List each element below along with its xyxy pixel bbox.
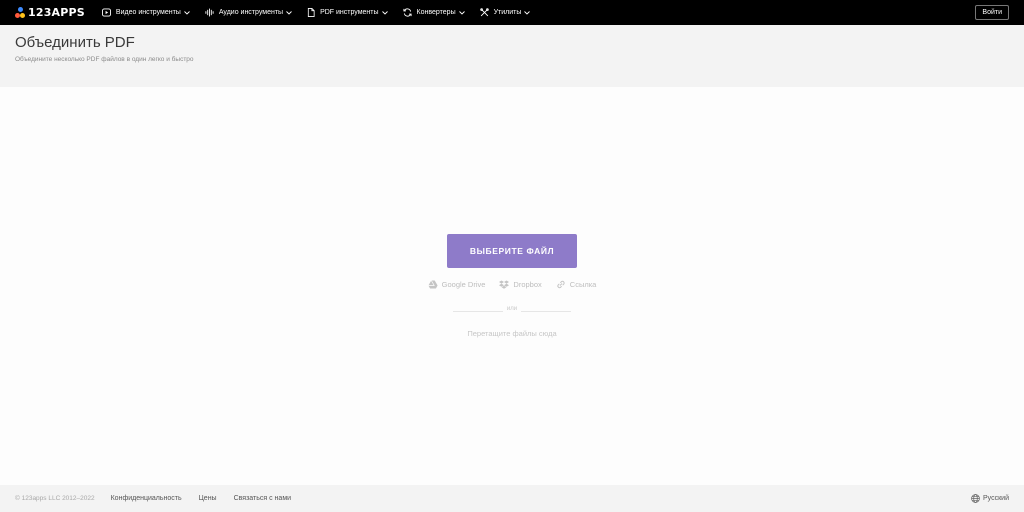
- language-selector[interactable]: Русский: [971, 485, 1009, 512]
- language-label: Русский: [983, 495, 1009, 502]
- nav-audio-tools[interactable]: Аудио инструменты: [205, 0, 292, 25]
- chevron-down-icon: [286, 10, 292, 15]
- google-drive-icon: [428, 280, 438, 289]
- footer: © 123apps LLC 2012–2022 Конфиденциальнос…: [0, 485, 1024, 512]
- nav-utilities[interactable]: Утилиты: [479, 0, 531, 25]
- copyright: © 123apps LLC 2012–2022: [15, 495, 95, 502]
- video-icon: [101, 8, 111, 17]
- nav-converters[interactable]: Конвертеры: [402, 0, 465, 25]
- nav-pdf-tools[interactable]: PDF инструменты: [307, 0, 388, 25]
- footer-link-contact[interactable]: Связаться с нами: [234, 495, 291, 502]
- link-button[interactable]: Ссылка: [556, 280, 597, 289]
- choose-file-button[interactable]: ВЫБЕРИТЕ ФАЙЛ: [447, 234, 577, 268]
- page-subtitle: Объедините несколько PDF файлов в один л…: [15, 56, 194, 63]
- dropbox-icon: [499, 280, 510, 289]
- page-title: Объединить PDF: [15, 34, 135, 51]
- google-drive-button[interactable]: Google Drive: [428, 280, 486, 289]
- audio-wave-icon: [205, 8, 214, 17]
- chevron-down-icon: [184, 10, 190, 15]
- nav-video-tools[interactable]: Видео инструменты: [101, 0, 190, 25]
- nav-utilities-label: Утилиты: [493, 9, 522, 16]
- footer-link-pricing[interactable]: Цены: [199, 495, 217, 502]
- tools-icon: [479, 8, 489, 17]
- nav-audio-tools-label: Аудио инструменты: [218, 9, 284, 16]
- drag-drop-hint: Перетащите файлы сюда: [467, 329, 557, 338]
- globe-icon: [971, 494, 980, 503]
- convert-icon: [402, 8, 412, 17]
- top-navigation-bar: 123APPS Видео инструменты Аудио инструме…: [0, 0, 1024, 25]
- link-label: Ссылка: [569, 280, 597, 289]
- logo-text: 123APPS: [28, 6, 85, 19]
- google-drive-label: Google Drive: [441, 280, 486, 289]
- page-header: Объединить PDF Объедините несколько PDF …: [0, 25, 1024, 87]
- chevron-down-icon: [524, 10, 531, 15]
- dropbox-button[interactable]: Dropbox: [499, 280, 542, 289]
- nav-video-tools-label: Видео инструменты: [115, 9, 181, 16]
- upload-sources: Google Drive Dropbox Ссылка: [0, 280, 1024, 289]
- nav-pdf-tools-label: PDF инструменты: [320, 9, 379, 16]
- link-icon: [557, 280, 565, 289]
- nav-converters-label: Конвертеры: [416, 9, 456, 16]
- document-icon: [307, 8, 315, 17]
- dropbox-label: Dropbox: [513, 280, 542, 289]
- logo[interactable]: 123APPS: [15, 0, 85, 25]
- logo-mark-icon: [15, 6, 25, 19]
- chevron-down-icon: [381, 10, 388, 15]
- or-separator: или: [506, 306, 518, 312]
- chevron-down-icon: [458, 10, 465, 15]
- login-button[interactable]: Войти: [975, 5, 1009, 20]
- footer-link-privacy[interactable]: Конфиденциальность: [111, 495, 182, 502]
